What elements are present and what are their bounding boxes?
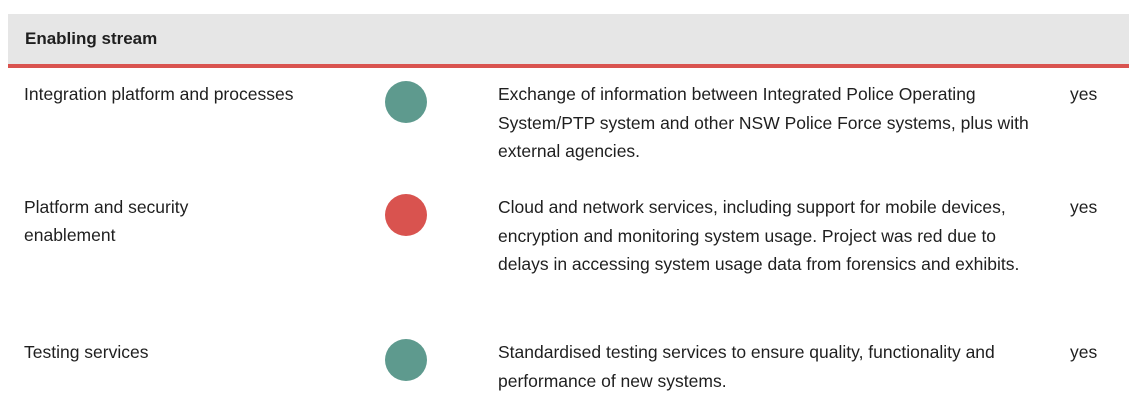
stream-name: Platform and security enablement — [24, 197, 189, 245]
stream-name: Integration platform and processes — [24, 84, 294, 104]
enabling-stream-table: Enabling stream Integration platform and… — [0, 0, 1129, 399]
stream-description: Cloud and network services, including su… — [498, 197, 1020, 274]
status-indicator-green — [385, 81, 427, 123]
stream-flag: yes — [1070, 342, 1098, 362]
header-divider — [8, 64, 1129, 68]
stream-flag: yes — [1070, 84, 1098, 104]
status-indicator-green — [385, 339, 427, 381]
section-title: Enabling stream — [25, 29, 158, 48]
stream-description: Exchange of information between Integrat… — [498, 84, 1029, 161]
stream-name: Testing services — [24, 342, 149, 362]
stream-flag: yes — [1070, 197, 1098, 217]
stream-description: Standardised testing services to ensure … — [498, 342, 995, 391]
status-indicator-red — [385, 194, 427, 236]
section-header: Enabling stream — [8, 14, 1129, 64]
